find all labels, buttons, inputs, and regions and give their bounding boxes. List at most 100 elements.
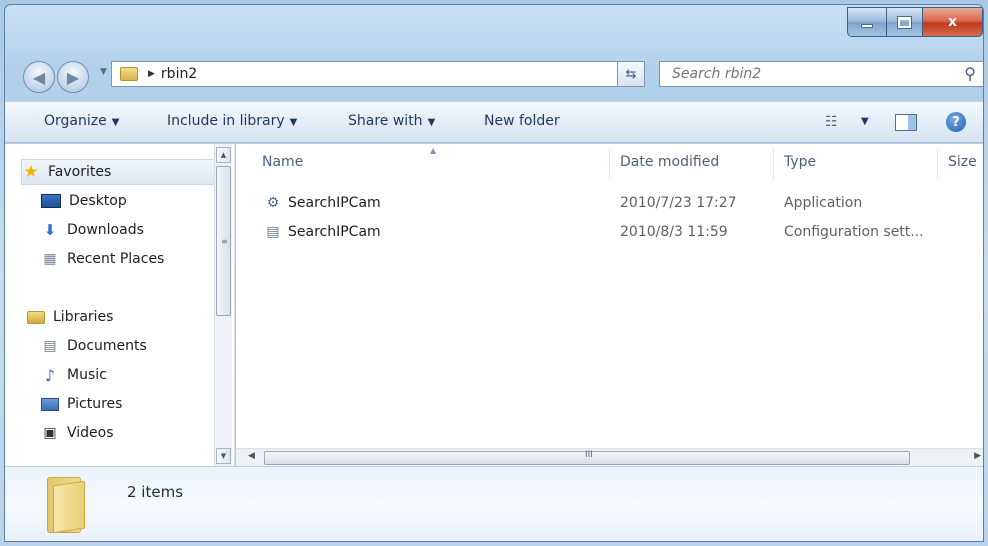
column-header-date-modified[interactable]: Date modified <box>620 154 719 170</box>
include-in-library-menu[interactable]: Include in library ▼ <box>167 113 297 129</box>
libraries-icon <box>27 310 45 324</box>
desktop-icon <box>41 194 61 208</box>
refresh-button[interactable]: ⇆ <box>617 61 645 87</box>
column-header-name[interactable]: Name <box>262 154 303 170</box>
file-date: 2010/7/23 17:27 <box>620 195 737 211</box>
sidebar-item-music[interactable]: ♪ Music <box>41 362 107 388</box>
file-name: SearchIPCam <box>288 224 381 240</box>
navigation-pane-scrollbar[interactable]: ▲ ≡ ▼ <box>214 144 232 466</box>
folder-icon <box>47 477 87 534</box>
breadcrumb-chevron-icon[interactable]: ▶ <box>148 69 155 79</box>
scroll-thumb[interactable]: ≡ <box>216 166 231 316</box>
caption-buttons: x <box>847 7 983 37</box>
organize-label: Organize <box>44 113 107 129</box>
sort-ascending-icon: ▲ <box>430 146 437 155</box>
sidebar-item-label: Libraries <box>53 309 114 325</box>
column-header-type[interactable]: Type <box>784 154 816 170</box>
navigation-row: ◀ ▶ ▼ ▶ rbin2 ▼ ⇆ ⚲ <box>5 55 983 95</box>
sidebar-item-label: Videos <box>67 425 114 441</box>
file-list: ▲ Name Date modified Type Size ⚙ SearchI… <box>236 144 983 466</box>
folder-icon-front <box>53 480 85 534</box>
scroll-up-button[interactable]: ▲ <box>216 147 231 163</box>
column-divider[interactable] <box>937 148 938 180</box>
details-pane: 2 items <box>5 466 983 541</box>
file-type: Configuration sett... <box>784 224 924 240</box>
sidebar-item-favorites[interactable]: ★ Favorites <box>21 159 226 185</box>
file-date: 2010/8/3 11:59 <box>620 224 728 240</box>
scroll-thumb[interactable]: III <box>264 450 910 465</box>
application-icon: ⚙ <box>266 195 280 211</box>
include-in-library-label: Include in library <box>167 113 285 129</box>
scroll-left-button[interactable]: ◀ <box>248 451 255 461</box>
close-button[interactable]: x <box>923 7 983 37</box>
folder-icon <box>120 67 138 81</box>
maximize-button[interactable] <box>887 7 923 37</box>
back-arrow-icon: ◀ <box>32 67 46 87</box>
item-count: 2 items <box>127 483 184 501</box>
organize-menu[interactable]: Organize ▼ <box>44 113 119 129</box>
share-with-menu[interactable]: Share with ▼ <box>348 113 435 129</box>
new-folder-label: New folder <box>484 113 560 129</box>
help-button[interactable]: ? <box>946 112 966 132</box>
sidebar-item-videos[interactable]: ▣ Videos <box>41 420 114 446</box>
sidebar-item-label: Recent Places <box>67 251 165 267</box>
address-bar[interactable]: ▶ rbin2 ▼ <box>111 61 643 87</box>
column-divider[interactable] <box>773 148 774 180</box>
breadcrumb-rbin2[interactable]: rbin2 <box>161 66 197 82</box>
sidebar-item-pictures[interactable]: Pictures <box>41 391 122 417</box>
sidebar-item-label: Desktop <box>69 193 127 209</box>
sidebar-item-label: Pictures <box>67 396 123 412</box>
navigation-pane: ★ Favorites Desktop ⬇ Downloads ▦ Recent… <box>5 144 235 466</box>
music-icon: ♪ <box>44 365 56 385</box>
column-header-size[interactable]: Size <box>948 154 977 170</box>
downloads-icon: ⬇ <box>43 221 57 239</box>
minimize-icon <box>861 24 873 28</box>
search-input[interactable] <box>672 66 942 82</box>
help-icon: ? <box>952 114 960 130</box>
details-view-icon: ☷ <box>825 114 838 130</box>
command-toolbar: Organize ▼ Include in library ▼ Share with… <box>5 101 983 143</box>
sidebar-item-desktop[interactable]: Desktop <box>41 188 127 214</box>
pictures-icon <box>41 397 59 411</box>
sidebar-item-label: Favorites <box>48 164 112 180</box>
sidebar-item-label: Music <box>67 367 107 383</box>
scroll-down-button[interactable]: ▼ <box>216 448 231 464</box>
search-box[interactable]: ⚲ <box>659 61 983 87</box>
documents-icon: ▤ <box>43 338 57 354</box>
share-with-label: Share with <box>348 113 423 129</box>
more-views-dropdown[interactable]: ▼ <box>861 116 869 127</box>
file-list-horizontal-scrollbar[interactable]: ◀ III ▶ <box>236 448 983 466</box>
sidebar-item-downloads[interactable]: ⬇ Downloads <box>41 217 144 243</box>
chevron-down-icon: ▼ <box>289 117 298 128</box>
sidebar-item-recent-places[interactable]: ▦ Recent Places <box>41 246 164 272</box>
explorer-window: x ◀ ▶ ▼ ▶ rbin2 ▼ ⇆ ⚲ Organize ▼ Include … <box>4 4 984 542</box>
chevron-down-icon: ▼ <box>111 117 120 128</box>
close-icon: x <box>947 14 958 30</box>
preview-pane-button[interactable] <box>895 114 917 131</box>
sidebar-item-label: Documents <box>67 338 147 354</box>
file-type: Application <box>784 195 863 211</box>
new-folder-button[interactable]: New folder <box>484 113 560 129</box>
videos-icon: ▣ <box>43 425 57 441</box>
sidebar-item-label: Downloads <box>67 222 144 238</box>
file-name-cell[interactable]: ⚙ SearchIPCam <box>264 191 381 215</box>
minimize-button[interactable] <box>847 7 887 37</box>
back-button[interactable]: ◀ <box>23 61 55 93</box>
config-file-icon: ▤ <box>266 224 280 240</box>
recent-pages-dropdown[interactable]: ▼ <box>100 67 107 77</box>
maximize-icon <box>897 15 912 29</box>
sidebar-item-libraries[interactable]: Libraries <box>27 304 113 330</box>
scroll-right-button[interactable]: ▶ <box>974 451 981 461</box>
column-divider[interactable] <box>609 148 610 180</box>
chevron-down-icon: ▼ <box>427 117 436 128</box>
change-view-button[interactable]: ☷ <box>825 114 838 130</box>
search-icon[interactable]: ⚲ <box>964 64 976 83</box>
grip-icon: III <box>585 450 593 460</box>
file-name-cell[interactable]: ▤ SearchIPCam <box>264 220 381 244</box>
recent-places-icon: ▦ <box>43 251 57 267</box>
forward-button[interactable]: ▶ <box>57 61 89 93</box>
refresh-icon: ⇆ <box>625 66 637 82</box>
sidebar-item-documents[interactable]: ▤ Documents <box>41 333 147 359</box>
star-icon: ★ <box>23 162 39 182</box>
grip-icon: ≡ <box>221 237 228 246</box>
